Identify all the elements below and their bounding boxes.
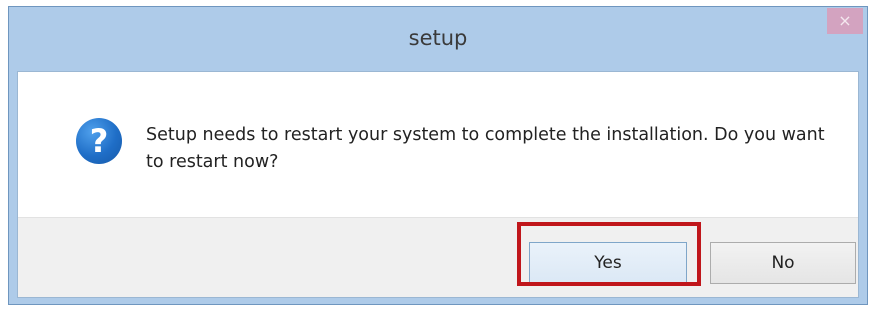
dialog-message: Setup needs to restart your system to co… [146,125,825,172]
close-icon: × [838,11,852,30]
title-bar[interactable]: setup × [9,7,867,69]
question-icon: ? [76,118,122,164]
no-button[interactable]: No [710,242,856,284]
dialog-content: ? Setup needs to restart your system to … [17,71,859,298]
window-title: setup [408,26,468,50]
close-button[interactable]: × [827,8,863,34]
message-area: ? Setup needs to restart your system to … [18,72,858,217]
button-bar: Yes No [18,217,858,297]
yes-button[interactable]: Yes [529,242,687,284]
setup-dialog: setup × ? Setup needs to restart your sy… [8,6,868,305]
